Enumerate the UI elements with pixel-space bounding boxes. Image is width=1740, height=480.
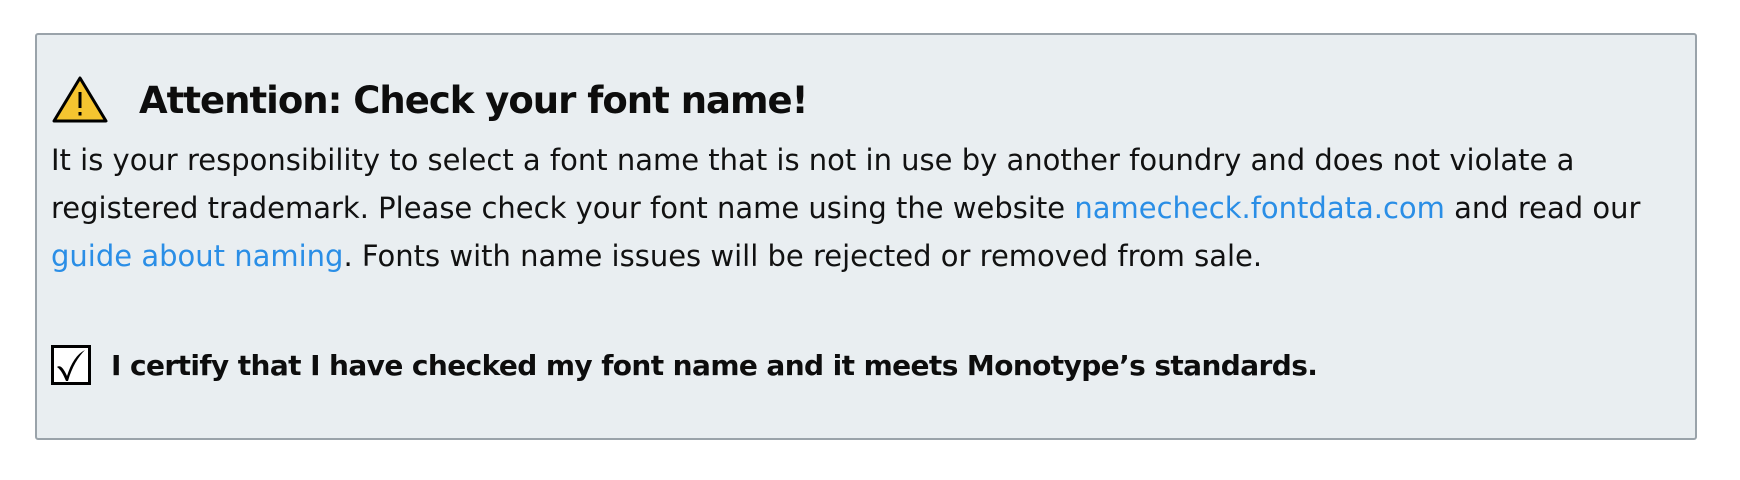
certify-label[interactable]: I certify that I have checked my font na… <box>111 349 1318 382</box>
notice-body: It is your responsibility to select a fo… <box>51 136 1651 280</box>
notice-body-text-3: . Fonts with name issues will be rejecte… <box>343 239 1263 273</box>
namecheck-link[interactable]: namecheck.fontdata.com <box>1074 191 1445 225</box>
certify-checkbox[interactable] <box>51 345 91 385</box>
naming-guide-link[interactable]: guide about naming <box>51 239 343 273</box>
checkmark-icon <box>55 348 87 382</box>
certify-row: I certify that I have checked my font na… <box>51 345 1318 385</box>
notice-header: Attention: Check your font name! <box>51 72 809 128</box>
warning-triangle-icon <box>51 75 109 125</box>
notice-body-text-2: and read our <box>1444 191 1641 225</box>
notice-title: Attention: Check your font name! <box>139 78 809 122</box>
